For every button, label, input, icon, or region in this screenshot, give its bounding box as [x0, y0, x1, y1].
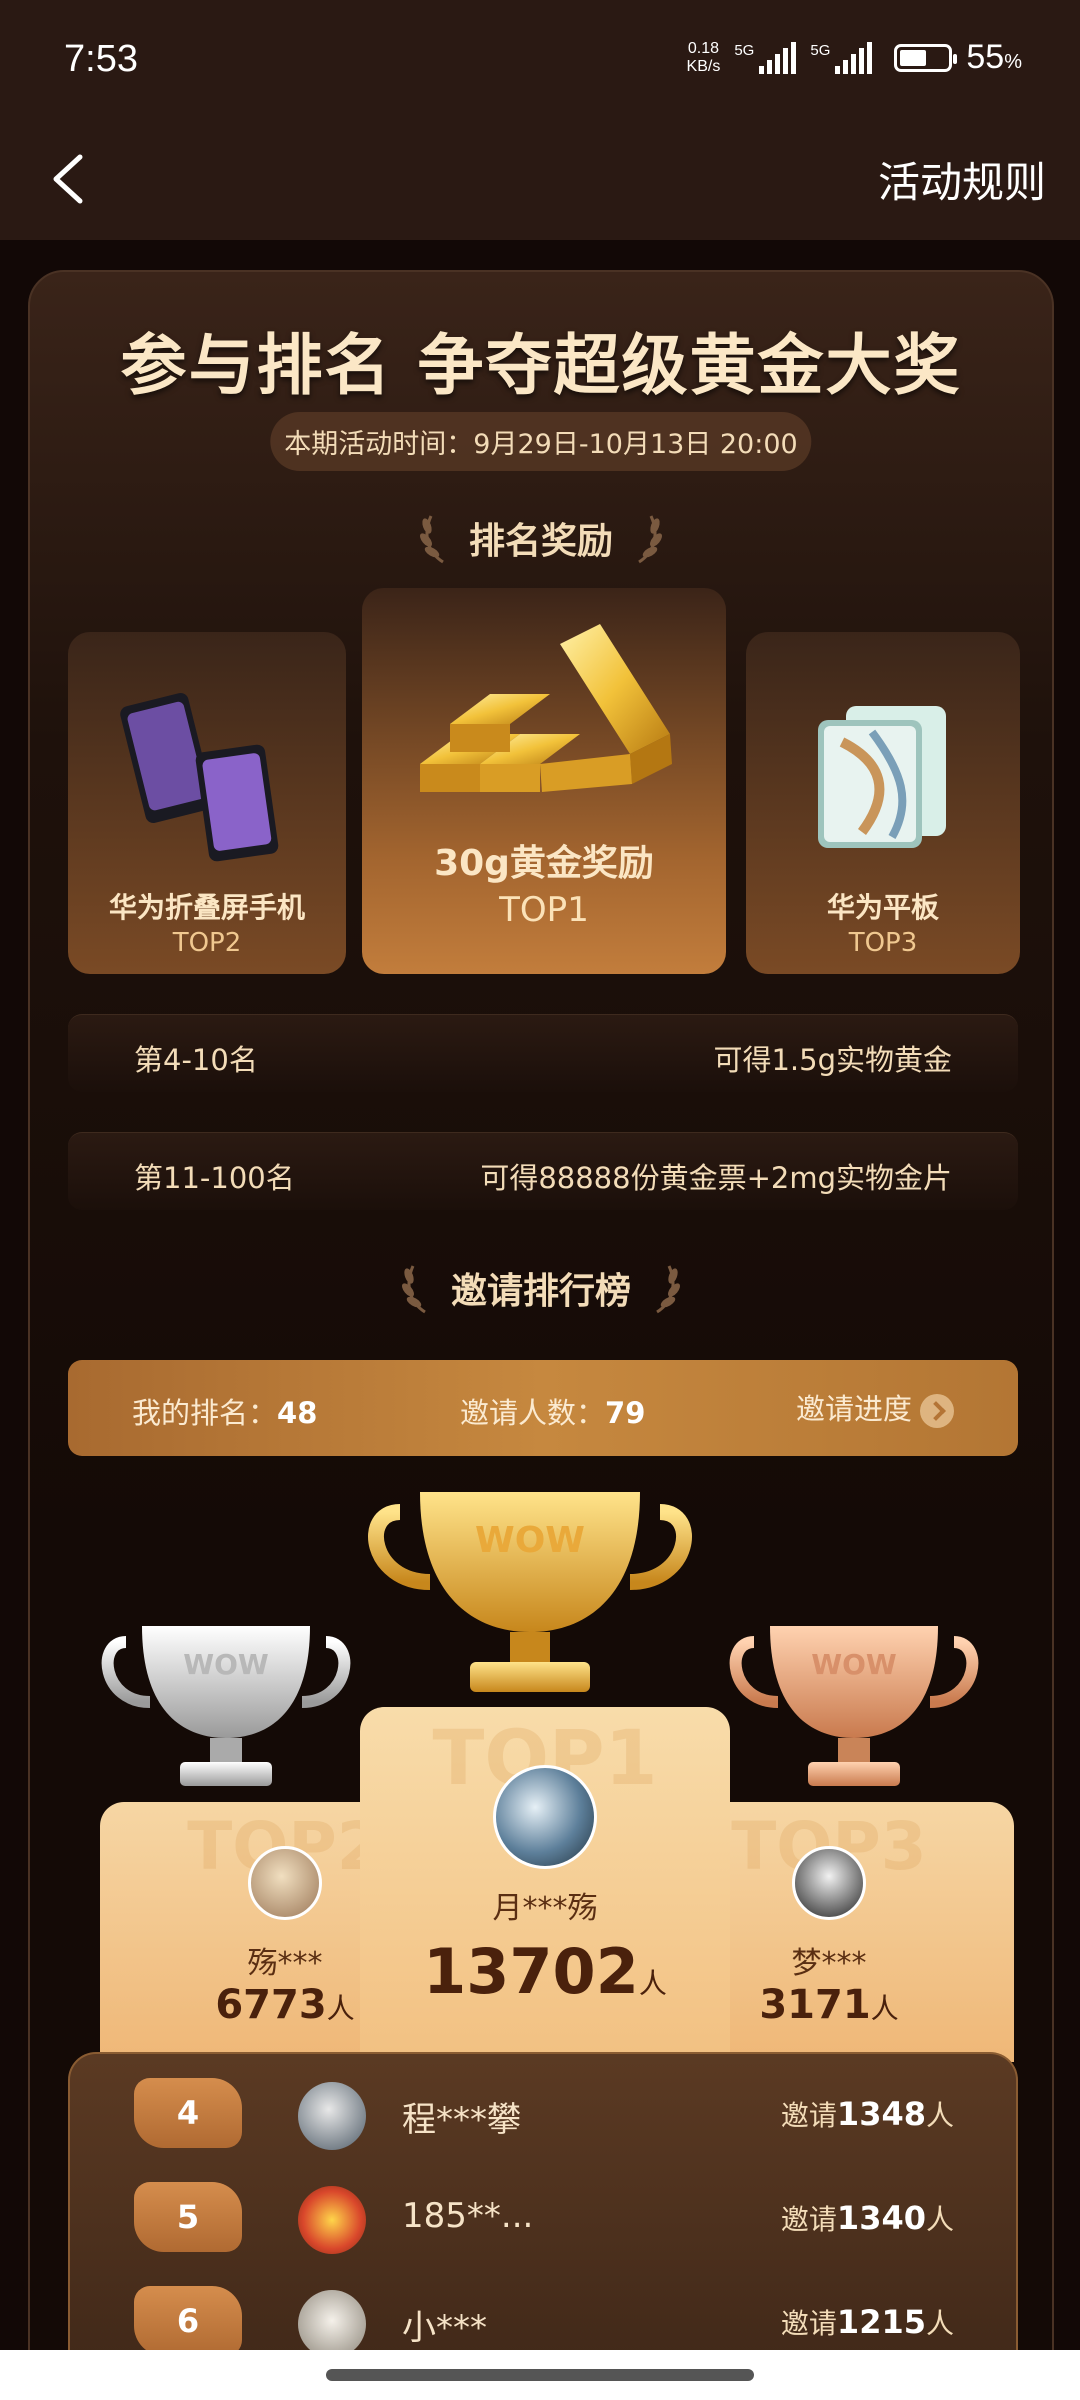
podium-name: 月***殇	[492, 1891, 598, 1926]
main-card: 参与排名 争夺超级黄金大奖 本期活动时间：9月29日-10月13日 20:00 …	[28, 270, 1054, 2400]
top-nav: 活动规则	[0, 125, 1080, 240]
leaderboard-section-title: 邀请排行榜	[30, 1262, 1052, 1314]
list-name: 程***攀	[402, 2100, 521, 2140]
invite-progress-link[interactable]: 邀请进度	[796, 1386, 954, 1428]
prizes-section-title: 排名奖励	[30, 512, 1052, 564]
back-button[interactable]	[34, 143, 106, 215]
signal-icon: 5G	[734, 41, 797, 74]
avatar	[248, 1846, 322, 1920]
page-headline: 参与排名 争夺超级黄金大奖	[120, 327, 962, 404]
reward-range: 第11-100名	[134, 1161, 295, 1195]
list-name: 185**...	[402, 2196, 534, 2236]
rank-badge: 5	[134, 2182, 242, 2252]
avatar	[298, 2290, 366, 2358]
rules-link[interactable]: 活动规则	[878, 149, 1046, 210]
reward-detail: 可得1.5g实物黄金	[713, 1043, 952, 1077]
list-count: 邀请1215人	[780, 2303, 954, 2341]
podium-top1[interactable]: TOP1 月***殇 13702人	[360, 1707, 730, 2067]
prize-name: 30g黄金奖励	[434, 843, 654, 884]
status-time: 7:53	[64, 38, 138, 80]
list-count: 邀请1348人	[780, 2095, 954, 2133]
prize-name: 华为平板	[826, 891, 939, 924]
trophy-wow-text: WOW	[811, 1648, 897, 1681]
silver-trophy-icon: WOW	[101, 1626, 351, 1786]
avatar	[792, 1846, 866, 1920]
prize-name: 华为折叠屏手机	[108, 891, 305, 924]
list-item[interactable]: 4 程***攀 邀请1348人	[70, 2054, 1016, 2158]
list-name: 小***	[402, 2308, 487, 2348]
rank-badge: 6	[134, 2286, 242, 2356]
my-rank-bar: 我的排名：48 邀请人数：79 邀请进度	[68, 1360, 1018, 1456]
chevron-left-icon	[53, 154, 83, 204]
avatar	[298, 2082, 366, 2150]
battery-percent: 55%	[966, 38, 1022, 76]
trophy-wow-text: WOW	[183, 1648, 269, 1681]
prize-card-top2[interactable]: 华为折叠屏手机 TOP2	[68, 632, 346, 974]
laurel-left-icon	[401, 1265, 426, 1314]
status-icons: 0.18 KB/s 5G 5G 55%	[687, 38, 1022, 77]
laurel-right-icon	[656, 1265, 680, 1314]
avatar	[493, 1765, 597, 1869]
reward-range: 第4-10名	[134, 1043, 258, 1077]
home-indicator[interactable]	[326, 2369, 754, 2381]
laurel-right-icon	[638, 515, 662, 564]
prize-card-top3[interactable]: 华为平板 TOP3	[746, 632, 1020, 974]
podium-count: 13702人	[423, 1935, 667, 2008]
reward-row: 第11-100名 可得88888份黄金票+2mg实物金片	[68, 1132, 1018, 1210]
ranking-list: 4 程***攀 邀请1348人 5 185**... 邀请1340人 6 小**…	[68, 2052, 1018, 2400]
my-rank: 我的排名：48	[132, 1396, 318, 1430]
reward-row: 第4-10名 可得1.5g实物黄金	[68, 1014, 1018, 1092]
activity-period: 本期活动时间：9月29日-10月13日 20:00	[270, 412, 812, 471]
reward-detail: 可得88888份黄金票+2mg实物金片	[480, 1161, 952, 1195]
avatar	[298, 2186, 366, 2254]
network-speed: 0.18 KB/s	[686, 39, 721, 75]
gold-bars-icon	[420, 624, 672, 792]
prize-rank: TOP2	[172, 928, 242, 958]
status-bar: 7:53 0.18 KB/s 5G 5G 55%	[0, 0, 1080, 125]
gold-trophy-icon: WOW	[368, 1492, 692, 1692]
list-item[interactable]: 5 185**... 邀请1340人	[70, 2158, 1016, 2262]
foldable-phone-icon	[120, 693, 279, 862]
trophy-wow-text: WOW	[475, 1520, 585, 1561]
prize-card-top1[interactable]: 30g黄金奖励 TOP1	[362, 588, 726, 974]
list-count: 邀请1340人	[780, 2199, 954, 2237]
my-invite-count: 邀请人数：79	[460, 1396, 646, 1430]
tablet-icon	[818, 706, 946, 848]
prize-rank: TOP3	[848, 928, 918, 958]
rank-badge: 4	[134, 2078, 242, 2148]
signal-icon: 5G	[810, 41, 873, 74]
bronze-trophy-icon: WOW	[729, 1626, 979, 1786]
laurel-left-icon	[419, 515, 444, 564]
chevron-right-icon	[920, 1394, 954, 1428]
battery-icon	[894, 43, 958, 72]
prize-rank: TOP1	[499, 890, 589, 930]
